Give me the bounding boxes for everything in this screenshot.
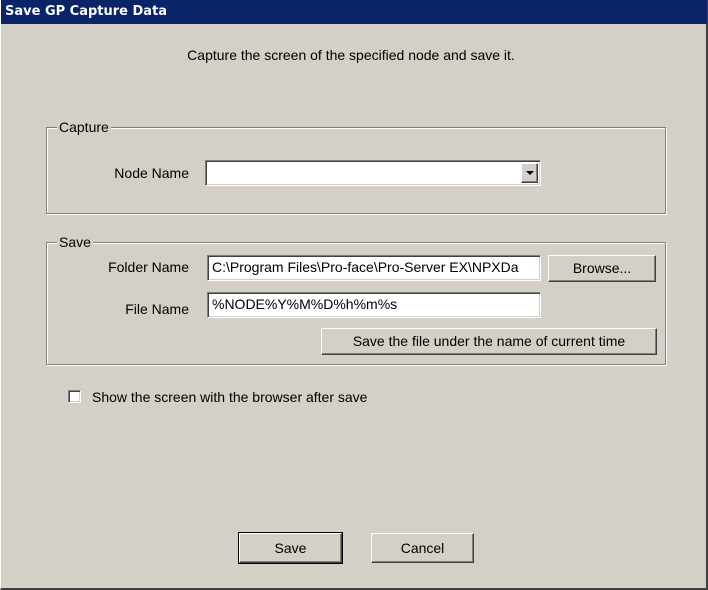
window-title: Save GP Capture Data [5, 4, 168, 19]
browse-button[interactable]: Browse... [548, 255, 656, 282]
node-name-dropdown-button[interactable] [521, 163, 538, 183]
file-name-input[interactable]: %NODE%Y%M%D%h%m%s [207, 292, 541, 318]
show-browser-checkbox[interactable] [68, 390, 81, 403]
folder-name-input[interactable]: C:\Program Files\Pro-face\Pro-Server EX\… [207, 255, 541, 281]
file-name-label: File Name [125, 301, 189, 317]
capture-group-legend: Capture [57, 118, 111, 136]
node-name-dropdown[interactable] [205, 160, 541, 186]
chevron-down-icon [526, 171, 534, 175]
node-name-label: Node Name [114, 165, 189, 181]
dialog-description: Capture the screen of the specified node… [187, 47, 515, 63]
title-bar: Save GP Capture Data [1, 0, 707, 24]
show-browser-label[interactable]: Show the screen with the browser after s… [92, 389, 367, 405]
save-group-legend: Save [57, 233, 93, 251]
dialog-window: Save GP Capture Data Capture the screen … [0, 0, 708, 590]
save-current-time-button[interactable]: Save the file under the name of current … [321, 328, 657, 355]
folder-name-label: Folder Name [108, 259, 189, 275]
cancel-button[interactable]: Cancel [371, 533, 474, 563]
save-button[interactable]: Save [238, 532, 343, 564]
